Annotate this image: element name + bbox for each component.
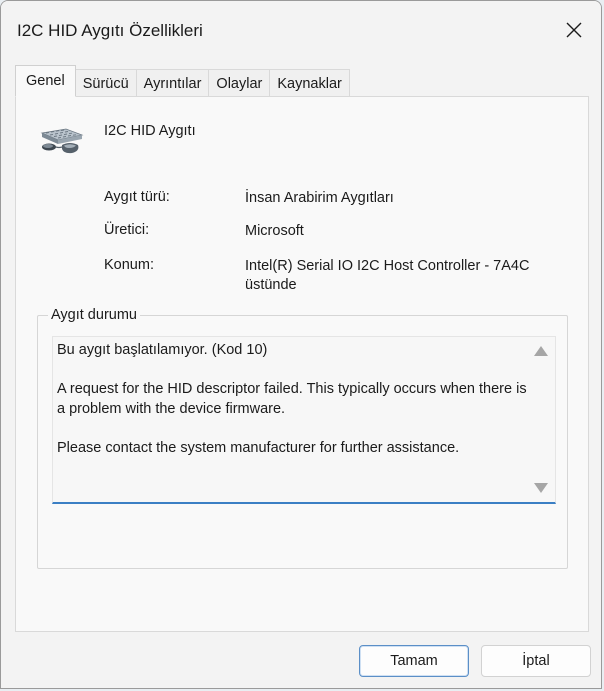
manufacturer-value: Microsoft [245, 223, 304, 239]
tab-general[interactable]: Genel [15, 65, 76, 97]
dialog-footer: Tamam İptal [1, 632, 601, 688]
cancel-button[interactable]: İptal [481, 645, 591, 677]
window-title: I2C HID Aygıtı Özellikleri [17, 21, 203, 40]
tab-details[interactable]: Ayrıntılar [135, 69, 210, 97]
location-label: Konum: [104, 257, 154, 273]
scroll-up-arrow-icon[interactable] [534, 346, 548, 356]
ok-button[interactable]: Tamam [359, 645, 469, 677]
close-button[interactable] [555, 11, 593, 49]
tab-events[interactable]: Olaylar [208, 69, 271, 97]
device-status-group: Aygıt durumu Bu aygıt başlatılamıyor. (K… [37, 306, 568, 569]
properties-dialog: I2C HID Aygıtı Özellikleri Genel Sürücü … [0, 0, 602, 689]
device-status-text: Bu aygıt başlatılamıyor. (Kod 10) A requ… [57, 342, 527, 456]
device-type-label: Aygıt türü: [104, 189, 170, 205]
close-icon [566, 22, 582, 38]
title-bar: I2C HID Aygıtı Özellikleri [1, 1, 601, 63]
device-type-value: İnsan Arabirim Aygıtları [245, 190, 394, 206]
manufacturer-label: Üretici: [104, 222, 150, 238]
tab-resources[interactable]: Kaynaklar [269, 69, 350, 97]
device-status-textbox[interactable]: Bu aygıt başlatılamıyor. (Kod 10) A requ… [52, 336, 556, 504]
location-value: Intel(R) Serial IO I2C Host Controller -… [245, 258, 530, 293]
general-tab-panel: I2C HID Aygıtı Aygıt türü: İnsan Arabiri… [15, 96, 589, 632]
status-scrollbar[interactable] [527, 337, 555, 502]
tab-strip: Genel Sürücü Ayrıntılar Olaylar Kaynakla… [15, 65, 350, 97]
tab-driver[interactable]: Sürücü [74, 69, 137, 97]
device-name: I2C HID Aygıtı [104, 123, 196, 139]
scroll-down-arrow-icon[interactable] [534, 483, 548, 493]
hid-device-icon [40, 128, 84, 154]
device-status-legend: Aygıt durumu [48, 306, 140, 324]
